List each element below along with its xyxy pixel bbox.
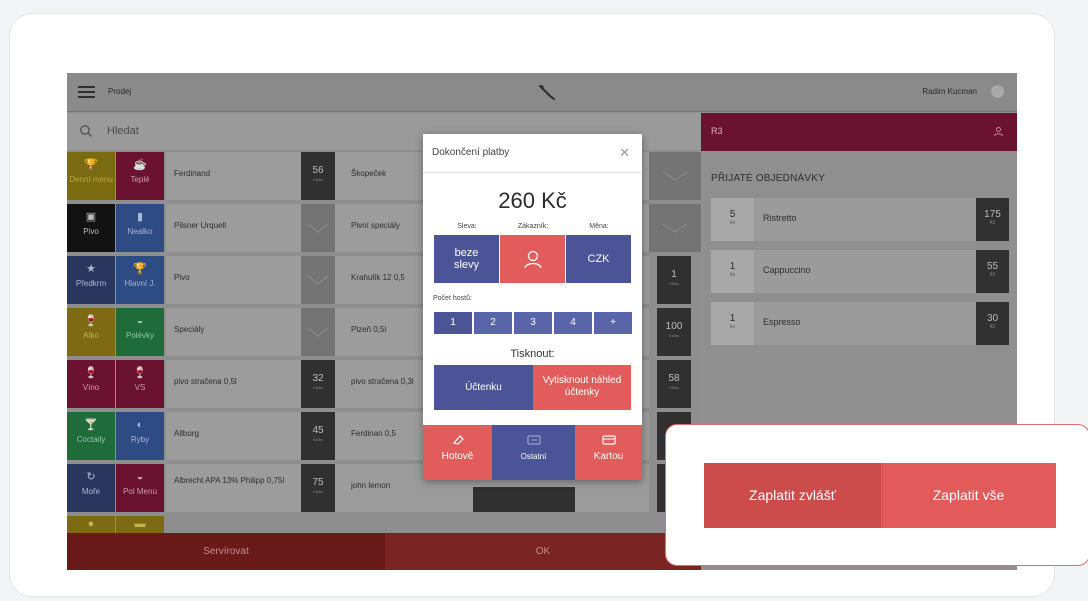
currency-value: CZK <box>587 253 610 265</box>
price-badge: 45Kč/ks <box>301 412 335 460</box>
item-quantity: 5 ks <box>711 198 754 241</box>
discount-button[interactable]: beze slevy <box>434 235 499 283</box>
category-tile[interactable]: ▮ Nealko <box>116 204 164 252</box>
category-tile[interactable]: ☕ Teplé <box>116 152 164 200</box>
pay-cash-button[interactable]: Hotově <box>423 425 492 480</box>
top-bar: Prodej Radim Kucman <box>67 73 1017 112</box>
category-tile[interactable]: 🏆 Hlavní J. <box>116 256 164 304</box>
chevron-down-icon[interactable] <box>649 152 701 200</box>
order-header: R3 <box>701 113 1017 151</box>
category-tile[interactable]: 🏆 Denní menu <box>67 152 115 200</box>
category-tile[interactable]: ● <box>67 516 115 533</box>
avatar[interactable] <box>991 85 1004 98</box>
price-badge: 56 Kč/ks <box>301 152 335 200</box>
order-item[interactable]: 1 ks Cappuccino 55 Kč <box>711 250 1009 293</box>
chevron-down-icon[interactable] <box>649 204 701 252</box>
user-name[interactable]: Radim Kucman <box>922 87 977 96</box>
category-tile[interactable]: ★ Předkrm <box>67 256 115 304</box>
dialog-title: Dokončení platby <box>432 147 510 158</box>
split-payment-popup: Zaplatit zvlášť Zaplatit vše <box>665 424 1088 566</box>
pay-cash-label: Hotově <box>441 451 474 462</box>
logo-icon <box>539 85 555 100</box>
item-price: 55 Kč <box>976 250 1009 293</box>
customer-button[interactable] <box>500 235 565 283</box>
discount-value: beze slevy <box>453 247 480 271</box>
price-badge: 58 Kč/ks <box>657 360 691 408</box>
total-amount: 260 Kč <box>498 188 567 213</box>
category-tile[interactable]: ↻ Moře <box>67 464 115 512</box>
pay-card-button[interactable]: Kartou <box>575 425 642 480</box>
category-tile[interactable]: ◐ Ryby <box>116 412 164 460</box>
chevron-down-icon[interactable] <box>301 204 335 252</box>
order-title: PŘIJATÉ OBJEDNÁVKY <box>711 173 825 184</box>
pay-other-label: Ostatní <box>520 452 547 461</box>
card-outline-icon <box>527 435 540 445</box>
category-tile[interactable]: ◒ Pol Menu <box>116 464 164 512</box>
item-name: Cappuccino <box>763 265 811 275</box>
credit-card-icon <box>601 435 616 445</box>
guest-count-option[interactable]: 2 <box>474 312 512 334</box>
chevron-down-icon[interactable] <box>301 256 335 304</box>
item-name: Espresso <box>763 317 801 327</box>
price-badge: 75 Kč/ks <box>301 464 335 512</box>
item-price: 30 Kč <box>976 302 1009 345</box>
category-tile[interactable]: ▬ <box>116 516 164 533</box>
discount-label: Sleva: <box>457 223 477 230</box>
guest-count-option[interactable]: 1 <box>434 312 472 334</box>
category-tile[interactable]: ◒ Polévky <box>116 308 164 356</box>
print-receipt-button[interactable]: Účtenku <box>434 365 533 410</box>
guests-label: Počet hostů: <box>433 295 472 302</box>
category-tile[interactable]: 🍷 VS <box>116 360 164 408</box>
currency-button[interactable]: CZK <box>566 235 631 283</box>
category-tile[interactable]: 🍸 Coctaily <box>67 412 115 460</box>
eraser-icon <box>452 435 464 445</box>
page-title: Prodej <box>108 87 132 96</box>
dialog-header: Dokončení platby ✕ <box>423 134 642 173</box>
price-badge: 100 Kč/ks <box>657 308 691 356</box>
category-tile[interactable]: 🍷 Alko <box>67 308 115 356</box>
payment-dialog: Dokončení platby ✕ 260 Kč Sleva: Zákazní… <box>423 134 642 480</box>
item-quantity: 1 ks <box>711 250 754 293</box>
guest-count-option[interactable]: 4 <box>554 312 592 334</box>
pay-separately-button[interactable]: Zaplatit zvlášť <box>704 463 881 528</box>
order-item[interactable]: 5 ks Ristretto 175 Kč <box>711 198 1009 241</box>
item-name: Ristretto <box>763 213 797 223</box>
print-label: Tisknout: <box>510 348 555 360</box>
ok-button[interactable]: OK <box>385 533 701 570</box>
item-quantity: 1 ks <box>711 302 754 345</box>
guest-count-option[interactable]: 3 <box>514 312 552 334</box>
search-input[interactable]: Hledat <box>107 125 139 137</box>
serve-button[interactable]: Servírovat <box>67 533 385 570</box>
table-name: R3 <box>711 126 723 136</box>
pay-other-button[interactable]: Ostatní <box>492 425 575 480</box>
currency-label: Měna: <box>589 223 609 230</box>
print-preview-button[interactable]: Vytisknout náhled účtenky <box>533 365 631 410</box>
price-badge <box>473 487 575 512</box>
pay-card-label: Kartou <box>593 451 624 462</box>
pay-all-button[interactable]: Zaplatit vše <box>881 463 1056 528</box>
order-item[interactable]: 1 ks Espresso 30 Kč <box>711 302 1009 345</box>
close-icon[interactable]: ✕ <box>619 145 630 161</box>
guest-add-button[interactable]: + <box>594 312 632 334</box>
category-tile[interactable]: ▣ Pivo <box>67 204 115 252</box>
price-badge: 1 Kč/ks <box>657 256 691 304</box>
price-badge: 32 Kč/ks <box>301 360 335 408</box>
menu-icon[interactable] <box>78 86 95 98</box>
category-tile[interactable]: 🍷 Víno <box>67 360 115 408</box>
chevron-down-icon[interactable] <box>301 308 335 356</box>
user-icon <box>523 250 542 269</box>
customer-label: Zákazník: <box>517 223 549 230</box>
item-price: 175 Kč <box>976 198 1009 241</box>
user-icon[interactable] <box>993 126 1004 137</box>
search-icon <box>80 125 92 137</box>
